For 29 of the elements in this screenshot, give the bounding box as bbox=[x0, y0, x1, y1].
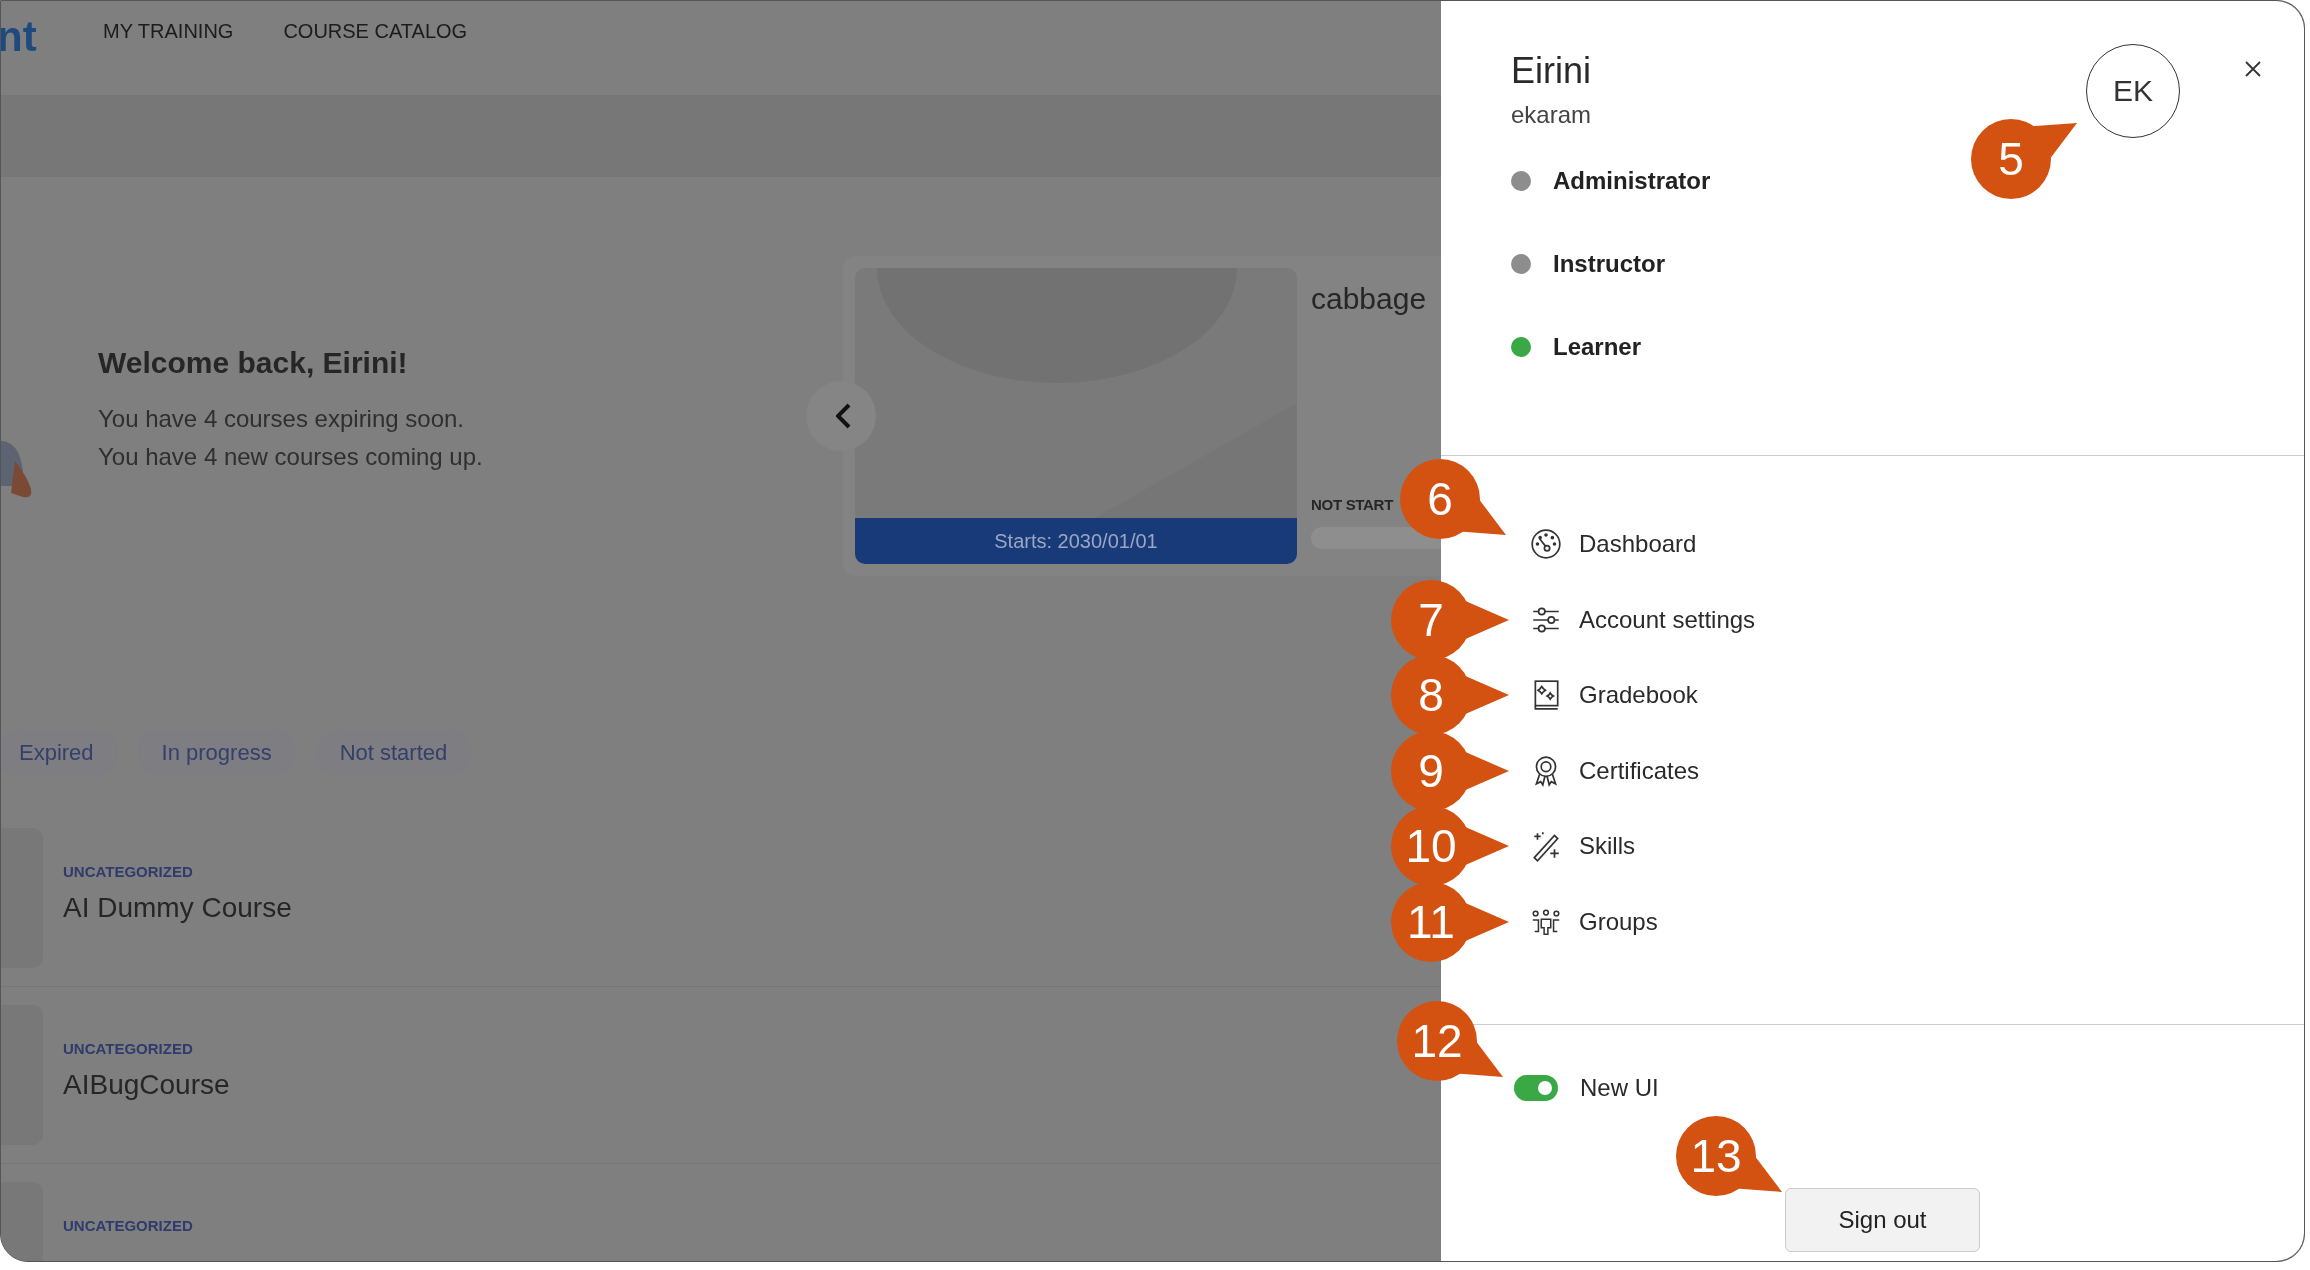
status-label: NOT START bbox=[1311, 496, 1395, 513]
menu-item[interactable]: Certificates bbox=[1529, 753, 1700, 788]
menu-item[interactable]: Gradebook bbox=[1529, 678, 1698, 713]
role-label: Administrator bbox=[1553, 167, 1711, 195]
category-label: UNCATEGORIZED bbox=[63, 863, 194, 880]
welcome-heading: Welcome back, Eirini! bbox=[98, 346, 409, 380]
user-name: Eirini bbox=[1511, 49, 1592, 93]
welcome-text: You have 4 courses expiring soon. bbox=[98, 404, 466, 434]
nav-link[interactable]: MY TRAINING bbox=[103, 17, 234, 45]
course-title[interactable]: AIBugCourse bbox=[63, 1069, 230, 1101]
welcome-text: You have 4 new courses coming up. bbox=[98, 442, 484, 472]
role-label: Learner bbox=[1553, 333, 1642, 361]
role-label: Instructor bbox=[1553, 250, 1665, 278]
menu-item[interactable]: Skills bbox=[1529, 829, 1635, 864]
menu-item[interactable]: Groups bbox=[1529, 904, 1658, 939]
course-title[interactable]: AI Dummy Course bbox=[63, 892, 292, 924]
nav-link[interactable]: COURSE CATALOG bbox=[283, 17, 468, 45]
username: ekaram bbox=[1511, 100, 1593, 130]
chevron-left-icon bbox=[835, 403, 851, 429]
toggle-switch[interactable] bbox=[1514, 1074, 1558, 1101]
menu-item[interactable]: Account settings bbox=[1529, 602, 1756, 637]
toggle-label: New UI bbox=[1580, 1073, 1659, 1102]
start-date-bar: Starts: 2030/01/01 bbox=[855, 518, 1297, 564]
category-label: UNCATEGORIZED bbox=[63, 1040, 194, 1057]
category-label: UNCATEGORIZED bbox=[63, 1217, 193, 1234]
gauge-icon bbox=[1529, 527, 1563, 561]
close-icon[interactable] bbox=[2245, 61, 2261, 77]
course-title: cabbage bbox=[1311, 282, 1428, 316]
menu-item[interactable]: Dashboard bbox=[1529, 527, 1697, 561]
